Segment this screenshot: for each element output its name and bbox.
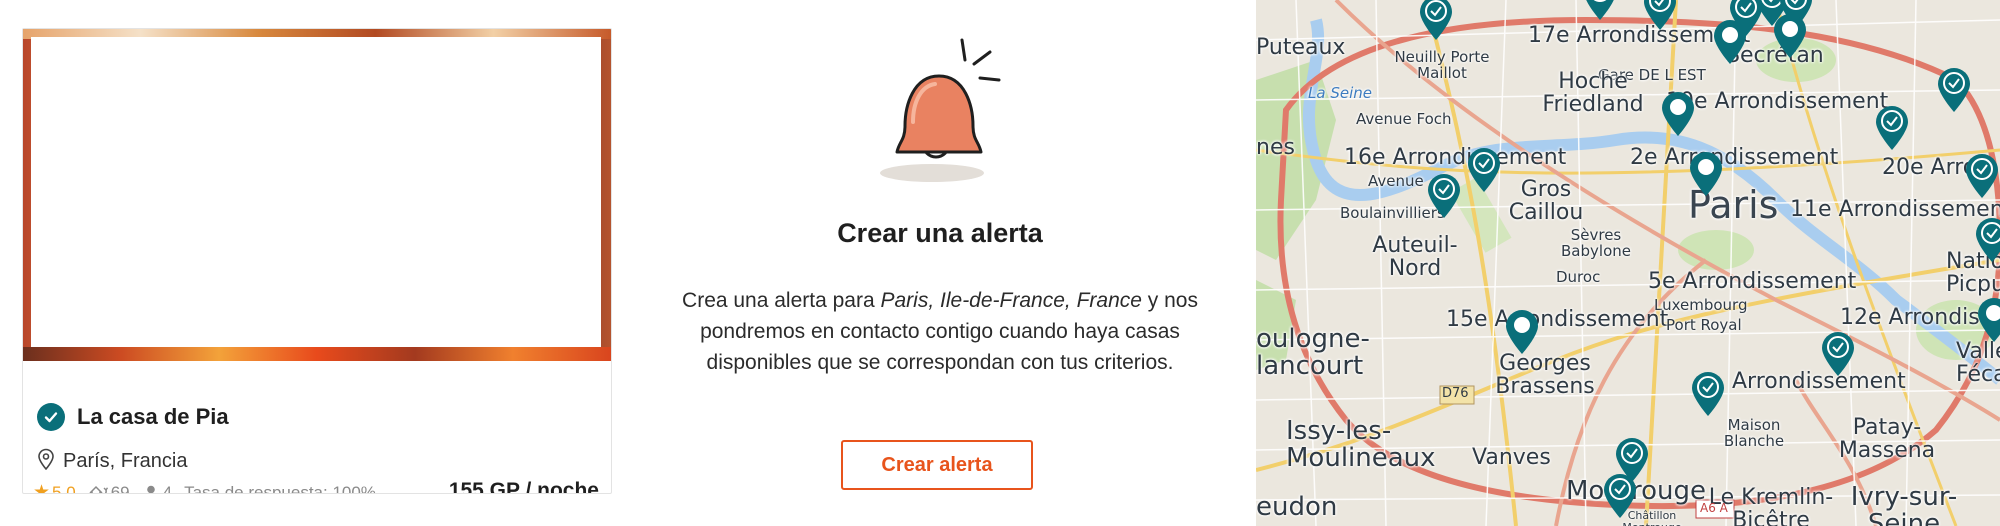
- alert-description: Crea una alerta para Paris, Ile-de-Franc…: [665, 285, 1215, 378]
- exchange-house-icon: [88, 484, 108, 493]
- listing-info: La casa de Pia París, Francia ★ 5.0 69 4…: [23, 361, 611, 494]
- map-pin-dot-icon[interactable]: [1772, 12, 1808, 60]
- map-label-15e: 15e Arrondissement: [1446, 307, 1669, 332]
- map-pin-check-icon[interactable]: [1582, 0, 1618, 22]
- map-pin-check-icon[interactable]: [1820, 330, 1856, 378]
- map-pin-check-icon[interactable]: [1642, 0, 1678, 32]
- map-label-auteuil: Auteuil- Nord: [1372, 233, 1458, 282]
- map-label-gros-caillou: Gros Caillou: [1508, 177, 1584, 226]
- map-label-nes: nes: [1256, 135, 1295, 160]
- map-label-20e: 20e Arro: [1882, 155, 1977, 180]
- map-label-boulogne: oulogne- lancourt: [1256, 324, 1370, 382]
- map-label-puteaux: Puteaux: [1256, 35, 1346, 60]
- map-label-ivry: Ivry-sur- Seine: [1850, 482, 1958, 526]
- map-label-10e: 10e Arrondissement: [1666, 89, 1889, 114]
- map-pin-check-icon[interactable]: [1418, 0, 1454, 42]
- map-label-la-seine: La Seine: [1308, 84, 1372, 102]
- map-shield-d76: D76: [1442, 386, 1469, 401]
- listing-title-row: La casa de Pia: [37, 403, 229, 431]
- photo-strip-bottom: [23, 347, 611, 361]
- listing-meta: ★ 5.0 69 4 Tasa de respuesta: 100%: [33, 481, 376, 494]
- bell-illustration-icon: [880, 38, 1001, 182]
- map-label-neuilly: Neuilly Porte Maillot: [1394, 48, 1490, 82]
- map-pin-dot-icon[interactable]: [1712, 18, 1748, 66]
- guest-count: 4: [162, 482, 173, 494]
- map-label-georges-brassens: Georges Brassens: [1495, 351, 1595, 400]
- map-pin-dot-icon[interactable]: [1504, 308, 1540, 356]
- map-label-16e: 16e Arrondissement: [1344, 145, 1567, 170]
- map-label-hoche: Hoche Friedland: [1542, 69, 1644, 118]
- listing-title[interactable]: La casa de Pia: [77, 404, 229, 430]
- map-shield-a6a: A6 A: [1700, 501, 1728, 515]
- map-pin-check-icon[interactable]: [1964, 152, 2000, 200]
- map-pin-check-icon[interactable]: [1466, 146, 1502, 194]
- map-label-11e: 11e Arrondissement: [1790, 197, 2000, 222]
- map-label-issy: Issy-les- Moulineaux: [1286, 416, 1436, 474]
- guests-icon: [142, 484, 160, 494]
- listing-location: París, Francia: [63, 450, 188, 472]
- response-rate: Tasa de respuesta: 100%: [184, 482, 376, 494]
- map-pin-dot-icon[interactable]: [1688, 150, 1724, 198]
- exchange-count: 69: [110, 482, 130, 494]
- rating-value: 5.0: [52, 482, 76, 494]
- map-label-vanves: Vanves: [1472, 445, 1551, 470]
- map-label-eudon: eudon: [1256, 492, 1338, 522]
- alert-desc-place: Paris, Ile-de-France, France: [880, 289, 1142, 312]
- map-label-avenue: Avenue: [1368, 172, 1424, 190]
- map-pin-check-icon[interactable]: [1874, 104, 1910, 152]
- map-label-5e: 5e Arrondissement: [1648, 269, 1857, 294]
- map-label-patay: Patay- Massena: [1838, 415, 1936, 464]
- map-label-12e: 12e Arrondis: [1840, 305, 1980, 330]
- location-pin-icon: [37, 448, 55, 475]
- map-pin-check-icon[interactable]: [1936, 66, 1972, 114]
- map-label-valle: Valle Féca: [1956, 339, 2000, 388]
- map-pin-dot-icon[interactable]: [1660, 90, 1696, 138]
- map-pin-check-icon[interactable]: [1426, 172, 1462, 220]
- alert-desc-prefix: Crea una alerta para: [682, 289, 881, 312]
- map-label-2e: 2e Arrondissement: [1630, 145, 1839, 170]
- map-label-avenue-foch: Avenue Foch: [1356, 110, 1452, 128]
- listing-location-row: París, Francia: [37, 448, 187, 475]
- verified-check-icon: [37, 403, 65, 431]
- listing-photo[interactable]: [23, 29, 611, 361]
- map-pin-check-icon[interactable]: [1602, 472, 1638, 520]
- photo-placeholder: [31, 37, 601, 349]
- listing-price: 155 GP / noche: [448, 479, 599, 494]
- listing-card[interactable]: La casa de Pia París, Francia ★ 5.0 69 4…: [22, 28, 612, 494]
- create-alert-button[interactable]: Crear alerta: [841, 440, 1033, 490]
- map-label-maison-blanche: Maison Blanche: [1723, 416, 1785, 450]
- map-pin-check-icon[interactable]: [1690, 370, 1726, 418]
- map-label-duroc: Duroc: [1556, 268, 1601, 286]
- map-label-arrondissement: Arrondissement: [1732, 369, 1906, 394]
- map-pin-dot-icon[interactable]: [1976, 296, 2000, 344]
- map-label-sevres: Sèvres Babylone: [1561, 226, 1631, 260]
- map[interactable]: Puteaux Neuilly Porte Maillot 17e Arrond…: [1256, 0, 2000, 526]
- star-icon: ★: [33, 482, 51, 494]
- map-pin-check-icon[interactable]: [1974, 216, 2000, 264]
- map-label-port-royal: Port Royal: [1666, 316, 1742, 334]
- create-alert-panel: Crear una alerta Crea una alerta para Pa…: [640, 0, 1240, 526]
- alert-title: Crear una alerta: [837, 218, 1043, 248]
